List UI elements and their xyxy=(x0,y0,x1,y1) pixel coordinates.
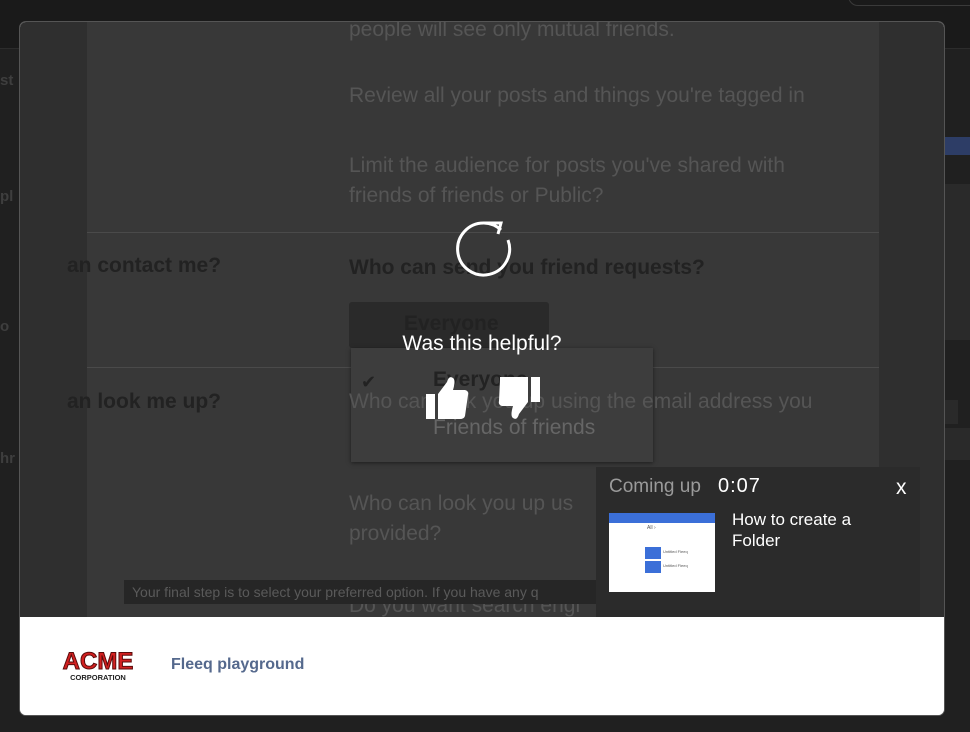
replay-icon[interactable] xyxy=(455,220,513,278)
background-panel xyxy=(944,400,958,424)
background-text: pl xyxy=(0,188,14,205)
thumbs-down-icon[interactable] xyxy=(498,374,542,422)
acme-logo: ACME CORPORATION xyxy=(62,648,134,683)
background-text: o xyxy=(0,318,10,335)
video-text: Who can look you up us xyxy=(349,492,574,515)
thumbnail-text: Untitled Fleeq xyxy=(663,563,688,568)
video-modal: people will see only mutual friends. Rev… xyxy=(20,22,944,715)
video-caption: Your final step is to select your prefer… xyxy=(124,580,642,604)
thumbnail-text: All › xyxy=(647,525,656,531)
svg-text:ACME: ACME xyxy=(63,648,134,675)
video-text: provided? xyxy=(349,522,442,545)
video-text: Who can look you up using the email addr… xyxy=(349,390,813,413)
thumbnail-text: Untitled Fleeq xyxy=(663,549,688,554)
video-text: friends of friends or Public? xyxy=(349,184,604,207)
coming-up-countdown: 0:07 xyxy=(718,475,761,497)
background-panel xyxy=(944,428,970,460)
thumbnail-header-bar xyxy=(609,513,715,523)
video-heading: Who can send you friend requests? xyxy=(349,256,705,279)
background-text: hr xyxy=(0,450,15,467)
thumbs-up-icon[interactable] xyxy=(425,374,469,422)
video-text: Review all your posts and things you're … xyxy=(349,84,805,107)
thumbnail-card xyxy=(645,561,661,573)
coming-up-label: Coming up xyxy=(609,476,701,497)
next-video-thumbnail[interactable]: All › Untitled Fleeq Untitled Fleeq xyxy=(609,513,715,592)
video-stage: people will see only mutual friends. Rev… xyxy=(20,22,944,617)
thumbnail-card xyxy=(645,547,661,559)
background-text: st xyxy=(0,72,14,89)
background-panel xyxy=(944,184,970,340)
playground-link[interactable]: Fleeq playground xyxy=(171,656,304,674)
video-left-label: an contact me? xyxy=(67,254,222,277)
modal-footer: ACME CORPORATION Fleeq playground xyxy=(20,617,944,715)
next-video-title[interactable]: How to create a Folder xyxy=(732,509,902,551)
video-text: people will see only mutual friends. xyxy=(349,22,675,41)
svg-text:CORPORATION: CORPORATION xyxy=(70,673,126,682)
video-text: Limit the audience for posts you've shar… xyxy=(349,154,785,177)
coming-up-card: Coming up 0:07 x All › Untitled Fleeq Un… xyxy=(596,467,920,617)
close-button[interactable]: x xyxy=(896,476,907,500)
video-left-label: an look me up? xyxy=(67,390,222,413)
background-search-pill xyxy=(848,0,970,6)
helpful-question: Was this helpful? xyxy=(402,332,562,355)
background-badge xyxy=(944,137,970,155)
